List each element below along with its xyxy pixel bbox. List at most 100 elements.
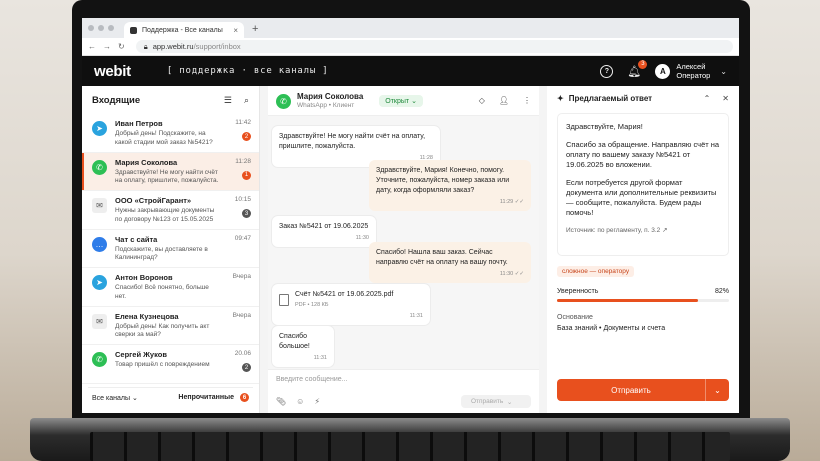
message-input[interactable]: Введите сообщение... [276, 376, 531, 383]
close-icon[interactable]: ✕ [722, 94, 729, 103]
complexity-badge: сложное — оператору [557, 266, 635, 277]
browser-tab[interactable]: Поддержка - Все каналы × [124, 22, 244, 38]
whatsapp-icon: ✆ [92, 159, 107, 175]
conversation-item[interactable]: ✆ Мария Соколова Здравствуйте! Не могу н… [82, 152, 259, 191]
suggestion-greeting: Здравствуйте, Мария! [566, 122, 643, 131]
emoji-icon[interactable]: ☺ [296, 397, 304, 406]
user-role: Оператор [676, 71, 711, 80]
user-menu[interactable]: А Алексей Оператор ⌄ [655, 62, 727, 80]
lightning-icon[interactable]: ⚡︎ [314, 397, 320, 406]
suggestion-paragraph-2: Если потребуется другой формат документа… [566, 178, 717, 217]
search-icon[interactable]: ⌕ [244, 95, 249, 106]
outgoing-message: Здравствуйте, Мария! Конечно, помогу. Ут… [369, 160, 531, 211]
external-link-icon: ↗ [662, 227, 668, 234]
conversation-time: 20.06 [234, 350, 251, 357]
suggestion-title: Предлагаемый ответ [568, 94, 653, 103]
confidence-label: Уверенность [557, 288, 599, 295]
file-meta: PDF • 128 КБ [295, 302, 329, 308]
close-tab-icon[interactable]: × [233, 26, 238, 35]
unread-badge: 1 [242, 170, 251, 180]
chat-panel: ✆ Мария Соколова WhatsApp • Клиент Откры… [268, 86, 539, 413]
conversation-time: 10:15 [234, 196, 251, 203]
collapse-icon[interactable]: ⌃ [704, 94, 711, 103]
whatsapp-icon: ✆ [92, 352, 107, 367]
app-header: webit [ поддержка · все каналы ] ? 🔔︎ 3 А… [82, 56, 739, 86]
conversation-preview: Добрый день! Как получить акт сверки за … [115, 322, 210, 339]
conversation-time: Вчера [232, 273, 251, 280]
attach-icon[interactable]: 📎︎ [276, 397, 286, 406]
url-path: /support/inbox [193, 42, 241, 51]
back-icon[interactable]: ← [88, 42, 96, 51]
file-icon [279, 294, 289, 306]
maximize-window-dot[interactable] [108, 25, 114, 31]
message-text: Спасибо большое! [279, 333, 310, 350]
user-icon[interactable]: 👤︎ [499, 96, 509, 105]
conversation-name: ООО «СтройГарант» [115, 196, 192, 205]
chat-header: ✆ Мария Соколова WhatsApp • Клиент Откры… [268, 86, 539, 116]
confidence-bar [557, 299, 729, 302]
url-host: app.webit.ru [152, 42, 194, 51]
mail-icon: ✉ [92, 198, 107, 213]
user-name: Алексей [676, 62, 706, 71]
unread-filter-button[interactable]: Непрочитанные 6 [178, 393, 249, 402]
section-title: [ поддержка · все каналы ] [166, 66, 329, 76]
help-icon[interactable]: ? [600, 64, 614, 78]
conversation-time: 11:42 [235, 119, 251, 126]
suggestion-source[interactable]: Источник: по регламенту, п. 3.2 ↗ [566, 226, 720, 236]
tag-icon[interactable]: ◇ [479, 96, 485, 105]
incoming-message: Спасибо большое! 11:31 [272, 326, 334, 367]
message-time: 11:31 [409, 313, 423, 319]
unread-badge: 2 [242, 132, 251, 141]
inbox-footer: Все каналы ⌄ Непрочитанные 6 [88, 387, 253, 407]
suggestion-paragraph-1: Спасибо за обращение. Направляю счёт на … [566, 140, 720, 169]
conversation-item[interactable]: ➤ Антон Воронов Спасибо! Всё понятно, бо… [82, 268, 259, 307]
browser-tabbar: Поддержка - Все каналы × + [82, 18, 739, 38]
laptop-keyboard [90, 432, 730, 461]
conversation-preview: Здравствуйте! Не могу найти счёт на опла… [115, 168, 219, 185]
basis-value: База знаний • Документы и счета [557, 325, 666, 332]
tab-title: Поддержка - Все каналы [142, 26, 223, 34]
notifications-badge: 3 [638, 59, 648, 69]
send-button-disabled[interactable]: Отправить ⌄ [461, 395, 531, 408]
sparkle-icon: ✦ [557, 94, 564, 103]
telegram-icon: ➤ [92, 121, 107, 136]
bell-icon[interactable]: 🔔︎ 3 [627, 59, 648, 78]
conversation-time: 11:28 [235, 157, 251, 165]
unread-badge: 2 [242, 363, 251, 372]
more-icon[interactable]: ⋮ [523, 96, 531, 105]
minimize-window-dot[interactable] [98, 25, 104, 31]
outgoing-message: Спасибо! Нашла ваш заказ. Сейчас направл… [369, 242, 531, 283]
chat-icon: … [92, 236, 107, 252]
message-time: 11:30 ✓✓ [499, 271, 524, 277]
url-field[interactable]: 🔒︎ app.webit.ru/support/inbox [135, 40, 733, 53]
message-text: Заказ №5421 от 19.06.2025 [279, 223, 369, 230]
filter-icon[interactable]: ☰ [224, 95, 232, 106]
send-suggestion-button[interactable]: Отправить ⌄ [557, 379, 729, 401]
file-message[interactable]: Счёт №5421 от 19.06.2025.pdf PDF • 128 К… [272, 284, 430, 325]
inbox-title: Входящие [92, 94, 141, 106]
conversation-preview: Добрый день! Подскажите, на какой стадии… [115, 130, 213, 146]
window-controls[interactable] [88, 25, 114, 31]
conversation-item[interactable]: ➤ Иван Петров Добрый день! Подскажите, н… [82, 114, 259, 153]
message-time: 11:30 [355, 235, 369, 241]
status-dropdown[interactable]: Открыт ⌄ [379, 94, 423, 107]
address-bar: ← → ↻ 🔒︎ app.webit.ru/support/inbox [82, 38, 739, 56]
conversation-name: Чат с сайта [115, 234, 158, 244]
chat-contact-name: Мария Соколова [297, 92, 364, 101]
conversation-name: Сергей Жуков [115, 350, 167, 359]
new-tab-button[interactable]: + [252, 23, 258, 35]
chevron-down-icon[interactable]: ⌄ [705, 379, 729, 401]
message-text: Здравствуйте! Не могу найти счёт на опла… [279, 133, 426, 150]
forward-icon[interactable]: → [103, 42, 111, 51]
conversation-name: Антон Воронов [115, 273, 173, 282]
close-window-dot[interactable] [88, 25, 94, 31]
message-thread: Здравствуйте! Не могу найти счёт на опла… [268, 116, 539, 369]
channel-filter-select[interactable]: Все каналы ⌄ [92, 394, 138, 402]
conversation-item[interactable]: ✉ ООО «СтройГарант» Нужны закрывающие до… [82, 191, 259, 230]
conversation-item[interactable]: ✉ Елена Кузнецова Добрый день! Как получ… [82, 307, 259, 345]
conversation-time: Вчера [232, 311, 251, 319]
conversation-item[interactable]: ✆ Сергей Жуков Товар пришёл с повреждени… [82, 345, 259, 384]
inbox-panel: Входящие ☰ ⌕ ➤ Иван Петров Добрый день! … [82, 86, 260, 413]
reload-icon[interactable]: ↻ [118, 42, 125, 51]
conversation-item[interactable]: … Чат с сайта Подскажите, вы доставляете… [82, 230, 259, 268]
